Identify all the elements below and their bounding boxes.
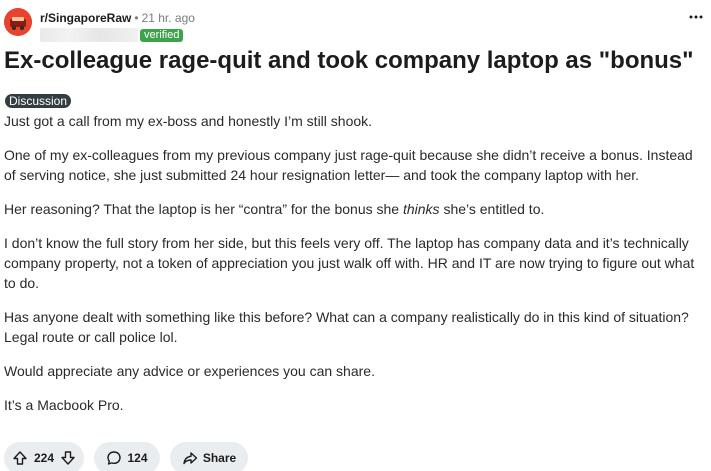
downvote-arrow-icon[interactable]	[60, 450, 76, 466]
upvote-arrow-icon[interactable]	[12, 450, 28, 466]
vote-control: 224	[4, 442, 84, 471]
body-paragraph: One of my ex-colleagues from my previous…	[4, 147, 693, 183]
body-paragraph: Has anyone dealt with something like thi…	[4, 309, 689, 345]
comment-count: 124	[127, 451, 148, 465]
share-arrow-icon	[182, 450, 198, 466]
body-paragraph: Just got a call from my ex-boss and hone…	[4, 113, 373, 129]
post-title: Ex-colleague rage-quit and took company …	[4, 47, 694, 74]
header-text: r/SingaporeRaw • 21 hr. ago verified	[40, 8, 195, 42]
subreddit-avatar[interactable]	[4, 8, 32, 36]
post-flair[interactable]: Discussion	[5, 94, 72, 108]
share-label: Share	[202, 451, 237, 465]
post-header: r/SingaporeRaw • 21 hr. ago verified	[4, 8, 195, 42]
verified-badge: verified	[140, 28, 184, 42]
body-paragraph: I don’t know the full story from her sid…	[4, 235, 695, 291]
post-body: Just got a call from my ex-boss and hone…	[4, 111, 704, 429]
comments-button[interactable]: 124	[94, 442, 160, 471]
vote-count: 224	[33, 451, 55, 465]
more-dots-icon	[689, 15, 703, 19]
post-meta: r/SingaporeRaw • 21 hr. ago	[40, 10, 195, 26]
subreddit-name-link[interactable]: r/SingaporeRaw	[40, 10, 131, 26]
reddit-post-page: r/SingaporeRaw • 21 hr. ago verified Ex-…	[0, 0, 711, 471]
subreddit-logo-icon	[4, 8, 32, 36]
comment-bubble-icon	[106, 450, 122, 466]
body-paragraph: Her reasoning? That the laptop is her “c…	[4, 199, 704, 219]
share-button[interactable]: Share	[170, 442, 248, 471]
author-line: verified	[40, 28, 195, 42]
post-actions: 224 124 Share	[4, 442, 258, 471]
body-paragraph: It’s a Macbook Pro.	[4, 397, 124, 413]
body-text: she’s entitled to.	[439, 201, 545, 217]
author-name-redacted	[40, 28, 138, 42]
body-emphasis: thinks	[402, 201, 440, 217]
meta-separator: •	[134, 11, 139, 25]
more-options-button[interactable]	[687, 8, 705, 26]
body-paragraph: Would appreciate any advice or experienc…	[4, 363, 375, 379]
body-text: Her reasoning? That the laptop is her “c…	[4, 201, 403, 217]
post-time: 21 hr. ago	[141, 11, 195, 25]
